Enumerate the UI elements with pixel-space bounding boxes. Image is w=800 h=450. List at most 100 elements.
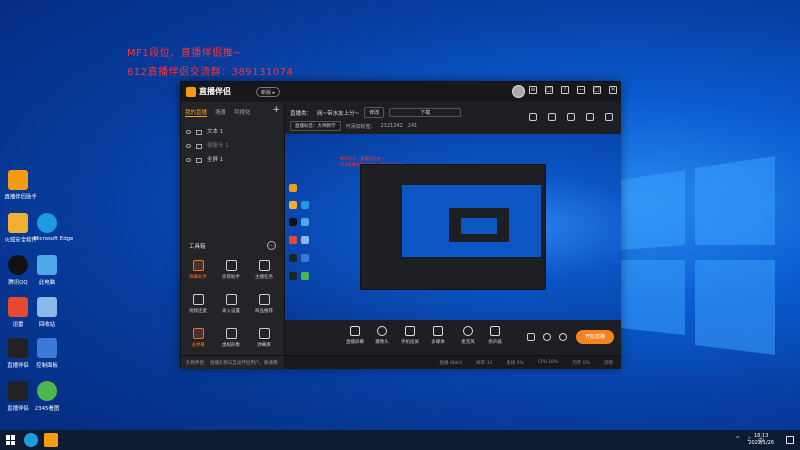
lock-icon[interactable] xyxy=(196,143,202,149)
tool-room-admin[interactable]: 房管助手 xyxy=(218,260,244,280)
desktop-icon[interactable]: 回收站 xyxy=(32,297,62,328)
lock-icon[interactable] xyxy=(196,157,202,163)
desktop-icon[interactable]: 迅雷 xyxy=(3,297,33,328)
app-icon xyxy=(8,381,28,401)
download-icon xyxy=(225,328,237,339)
notification-icon[interactable] xyxy=(786,436,794,444)
tag-hint: 可添加标签： xyxy=(345,123,376,130)
eye-icon[interactable] xyxy=(186,158,191,162)
record-icon[interactable] xyxy=(527,333,535,341)
calendar-icon xyxy=(258,328,270,339)
edit-button[interactable]: 修改 xyxy=(364,107,385,118)
tool-video-link[interactable]: 视频连麦 xyxy=(185,294,211,314)
left-panel: 我的直播 场景 可视化 + 文本 1 摄像头 1 全屏 1 工具箱 … 弹幕助手… xyxy=(181,102,285,369)
menu-icon[interactable]: ≡ xyxy=(529,86,537,94)
eye-icon[interactable] xyxy=(543,333,551,341)
app-icon xyxy=(289,201,297,209)
desktop-icon[interactable]: 此电脑 xyxy=(32,255,62,286)
media-icon xyxy=(433,326,443,336)
add-source-icon[interactable]: + xyxy=(272,105,280,115)
desktop-icon[interactable]: 控制面板 xyxy=(32,338,62,369)
category-label: 直播类： xyxy=(290,110,313,117)
list-item[interactable]: 摄像头 1 xyxy=(181,139,284,153)
nested-app-window xyxy=(360,164,546,290)
stream-preview[interactable]: MF1段位、直播伴侣推~ 612直播伴侣交流群：389131074 xyxy=(285,134,621,320)
edge-icon xyxy=(37,213,57,233)
version-badge[interactable]: 新版 ▸ xyxy=(256,87,281,97)
clock[interactable]: 18:13 2022/1/26 xyxy=(748,433,774,447)
avatar[interactable] xyxy=(512,85,525,98)
send-icon xyxy=(192,328,204,339)
app-icon xyxy=(289,254,297,262)
app-icon xyxy=(289,184,297,192)
tag-button[interactable]: 直播标签：大神教学 xyxy=(290,121,341,131)
list-item[interactable]: 全屏 1 xyxy=(181,153,284,167)
status-drop: 丢帧 0% xyxy=(506,361,524,366)
start-button[interactable] xyxy=(6,435,16,445)
app-icon xyxy=(8,170,28,190)
minimize-icon[interactable]: — xyxy=(577,86,585,94)
app-icon xyxy=(289,218,297,226)
desktop-icon[interactable]: 直播伴侣助手 xyxy=(3,170,37,201)
gift-icon[interactable] xyxy=(548,113,556,121)
desktop-icon[interactable]: 腾讯QQ xyxy=(3,255,33,286)
app-logo: 直播伴侣 xyxy=(186,86,231,97)
status-bar: 直播 0kb/s 帧率 33 丢帧 0% CPU 10% 内存 0% 流畅 xyxy=(285,355,621,369)
tray-expand-icon[interactable]: ^ xyxy=(735,436,740,445)
game-field[interactable]: 下载 xyxy=(389,108,462,117)
download-icon xyxy=(225,294,237,305)
bell-icon[interactable] xyxy=(586,113,594,121)
tool-danmu-library[interactable]: 弹幕库 xyxy=(251,328,277,348)
tab-my-live[interactable]: 我的直播 xyxy=(185,108,208,117)
add-media-button[interactable]: 多媒体 xyxy=(423,326,453,345)
help-icon[interactable]: ? xyxy=(561,86,569,94)
eye-icon[interactable] xyxy=(186,130,191,134)
app-icon xyxy=(301,201,309,209)
app-icon xyxy=(8,338,28,358)
tool-record-settings[interactable]: 录入设置 xyxy=(218,294,244,314)
tool-virtual-avatar[interactable]: 虚拟形象 xyxy=(218,328,244,348)
tab-scene[interactable]: 场景 xyxy=(215,108,226,117)
status-fps: 帧率 33 xyxy=(476,361,493,366)
desktop-icon[interactable]: 火绒安全软件 xyxy=(3,213,37,244)
live-companion-taskbar-icon[interactable] xyxy=(44,433,58,447)
image-viewer-icon xyxy=(37,381,57,401)
add-screen-button[interactable]: 直播屏幕 xyxy=(340,326,370,345)
live-companion-window: 直播伴侣 新版 ▸ ≡ □ ? — □ ✕ 我的直播 场景 可视化 + 文本 1… xyxy=(180,81,621,369)
lock-icon[interactable] xyxy=(196,129,202,135)
desktop-icon[interactable]: 2345看图 xyxy=(32,381,62,412)
stream-title: 网~带水友上分~ xyxy=(317,110,360,117)
source-toolbar: 直播屏幕 摄像头 手机投屏 多媒体 麦克风 扬声器 开始直播 xyxy=(285,320,621,355)
tool-anchor-task[interactable]: 主播任务 xyxy=(251,260,277,280)
list-item[interactable]: 文本 1 xyxy=(181,125,284,139)
stream-overlay-text-2: 612直播伴侣交流群：389131074 xyxy=(127,67,294,78)
desktop-icon[interactable]: Microsoft Edge xyxy=(32,213,73,242)
tool-send-danmu[interactable]: 送弹幕 xyxy=(185,328,211,348)
tool-danmu-assistant[interactable]: 弹幕助手 xyxy=(185,260,211,280)
window-icon[interactable]: □ xyxy=(545,86,553,94)
start-live-button[interactable]: 开始直播 xyxy=(576,330,614,344)
source-list: 文本 1 摄像头 1 全屏 1 xyxy=(181,125,284,167)
microphone-button[interactable]: 麦克风 xyxy=(453,326,483,345)
settings-icon[interactable] xyxy=(567,113,575,121)
add-camera-button[interactable]: 摄像头 xyxy=(367,326,397,345)
add-phone-cast-button[interactable]: 手机投屏 xyxy=(395,326,425,345)
lock-icon[interactable] xyxy=(529,113,537,121)
desktop-icon[interactable]: 直播伴侣 xyxy=(3,381,33,412)
stream-info-bar: 直播类： 网~带水友上分~ 修改 下载 直播标签：大神教学 可添加标签： 212… xyxy=(285,102,621,134)
more-tools-icon[interactable]: … xyxy=(267,241,276,250)
speaker-button[interactable]: 扬声器 xyxy=(480,326,510,345)
edge-icon[interactable] xyxy=(24,433,38,447)
tab-visual[interactable]: 可视化 xyxy=(234,108,251,117)
tool-product-recommend[interactable]: 商品推荐 xyxy=(251,294,277,314)
share-icon[interactable] xyxy=(605,113,613,121)
shield-icon xyxy=(8,213,28,233)
video-link-icon xyxy=(192,294,204,305)
desktop-icon[interactable]: 直播伴侣 xyxy=(3,338,33,369)
gear-icon[interactable] xyxy=(559,333,567,341)
maximize-icon[interactable]: □ xyxy=(593,86,601,94)
app-icon xyxy=(289,236,297,244)
close-icon[interactable]: ✕ xyxy=(609,86,617,94)
phone-cast-icon xyxy=(405,326,415,336)
eye-icon[interactable] xyxy=(186,144,191,148)
